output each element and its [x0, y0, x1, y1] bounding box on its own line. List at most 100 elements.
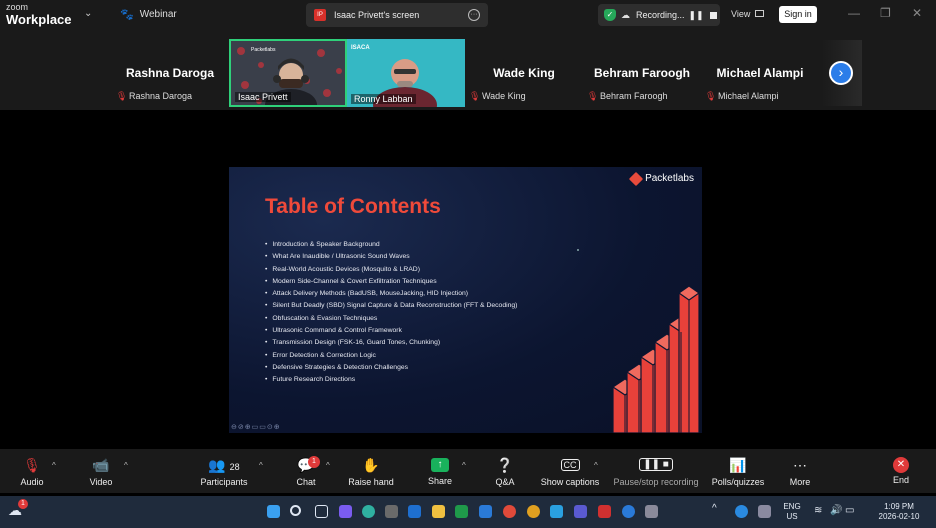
app-icon[interactable]	[645, 505, 658, 518]
more-icon: ⋯	[793, 457, 807, 473]
mic-muted-icon: 🎙	[705, 91, 717, 101]
grid-view-icon[interactable]	[755, 10, 764, 17]
toc-item: Real-World Acoustic Devices (Mosquito & …	[265, 264, 517, 276]
raise-hand-button[interactable]: ✋ Raise hand	[344, 449, 398, 493]
stop-recording-icon[interactable]	[709, 11, 717, 19]
slideshow-controls[interactable]: ⊖⊘⊕▭▭⊙⊕	[231, 423, 281, 431]
video-button[interactable]: 📹 Video	[82, 449, 120, 493]
raise-hand-icon: ✋	[362, 457, 380, 473]
pause-recording-icon[interactable]: ❚❚	[689, 10, 704, 21]
presenter-icon: IP	[314, 9, 326, 21]
next-page-arrow-icon[interactable]: ›	[829, 61, 853, 85]
app-icon[interactable]	[503, 505, 516, 518]
end-button[interactable]: ✕ End	[886, 449, 916, 493]
teams-icon[interactable]	[574, 505, 587, 518]
brand-line-1: zoom	[6, 2, 29, 12]
show-captions-button[interactable]: CC Show captions	[538, 449, 602, 493]
clock-time: 1:09 PM	[884, 502, 914, 511]
language-indicator[interactable]: ENG US	[780, 502, 804, 522]
onedrive-icon[interactable]	[735, 505, 748, 518]
view-menu[interactable]: View	[731, 9, 750, 19]
clock[interactable]: 1:09 PM 2026-02-10	[872, 502, 926, 522]
participants-options-caret-icon[interactable]: ^	[259, 461, 263, 470]
wifi-icon[interactable]: ≋	[814, 506, 822, 516]
participant-tag-rashna: 🎙 Rashna Daroga	[116, 91, 192, 101]
share-button[interactable]: ↑ Share	[424, 449, 456, 493]
search-icon[interactable]	[290, 505, 301, 516]
video-tile-label: Ronny Labban	[351, 94, 416, 104]
close-icon[interactable]: ✕	[912, 6, 922, 20]
mic-muted-icon: 🎙	[469, 91, 481, 101]
app-icon[interactable]	[550, 505, 563, 518]
task-view-icon[interactable]	[315, 505, 328, 518]
weather-badge: 1	[18, 499, 28, 509]
toc-item: What Are Inaudible / Ultrasonic Sound Wa…	[265, 251, 517, 263]
maximize-icon[interactable]: ❐	[880, 6, 891, 20]
participant-tag-michael: 🎙 Michael Alampi	[705, 91, 779, 101]
slide-cursor-dot	[577, 249, 579, 251]
video-tile-ronny[interactable]: ISACA Ronny Labban	[347, 39, 465, 107]
keyboard-layout: US	[786, 512, 798, 521]
end-call-icon: ✕	[893, 457, 909, 473]
video-off-icon: 📹	[92, 457, 110, 473]
start-menu-icon[interactable]	[267, 505, 280, 518]
polls-icon: 📊	[729, 457, 747, 473]
acrobat-icon[interactable]	[598, 505, 611, 518]
packetlabs-logo: Packetlabs	[629, 171, 694, 186]
toc-item: Silent But Deadly (SBD) Signal Capture &…	[265, 300, 517, 312]
video-label: Video	[89, 477, 113, 487]
windows-taskbar: ☁ 1 ^ ENG US ≋ 🔊 ▭ 1:09 PM 2026-02-10	[0, 496, 936, 528]
polls-quizzes-button[interactable]: 📊 Polls/quizzes	[708, 449, 768, 493]
file-explorer-icon[interactable]	[432, 505, 445, 518]
participant-name: Michael Alampi	[716, 66, 804, 80]
chrome-icon[interactable]	[527, 505, 540, 518]
shield-icon[interactable]: ✓	[604, 9, 616, 21]
outlook-icon[interactable]	[408, 505, 421, 518]
pause-stop-recording-button[interactable]: ❚❚ ■ Pause/stop recording	[610, 449, 702, 493]
word-icon[interactable]	[479, 505, 492, 518]
video-tile-isaac[interactable]: Packetlabs Isaac Privett	[229, 39, 347, 107]
captions-options-caret-icon[interactable]: ^	[594, 461, 598, 470]
screen-share-tab[interactable]: IP Isaac Privett's screen ···	[306, 3, 488, 27]
audio-options-caret-icon[interactable]: ^	[52, 461, 56, 470]
participant-tag-label: Rashna Daroga	[129, 91, 193, 101]
zoom-icon[interactable]	[622, 505, 635, 518]
participants-icon: 👥 28	[208, 457, 240, 473]
chat-options-caret-icon[interactable]: ^	[326, 461, 330, 470]
excel-icon[interactable]	[455, 505, 468, 518]
audio-button[interactable]: 🎙 Audio	[14, 449, 50, 493]
show-captions-label: Show captions	[540, 477, 600, 487]
minimize-icon[interactable]: —	[848, 6, 860, 20]
edge-browser-icon[interactable]	[362, 505, 375, 518]
packetlabs-logo-icon	[629, 171, 644, 186]
toc-item: Defensive Strategies & Detection Challen…	[265, 362, 517, 374]
copilot-icon[interactable]	[339, 505, 352, 518]
participants-button[interactable]: 👥 28 Participants	[196, 449, 252, 493]
more-button[interactable]: ⋯ More	[784, 449, 816, 493]
mic-muted-icon: 🎙	[587, 91, 599, 101]
chat-button[interactable]: 💬 Chat	[290, 449, 322, 493]
video-options-caret-icon[interactable]: ^	[124, 461, 128, 470]
qa-button[interactable]: ❔ Q&A	[490, 449, 520, 493]
share-screen-icon: ↑	[431, 458, 449, 472]
shared-screen-slide: Packetlabs Table of Contents Introductio…	[229, 167, 702, 433]
sign-in-button[interactable]: Sign in	[779, 6, 817, 23]
chat-label: Chat	[296, 477, 316, 487]
svg-text:Packetlabs: Packetlabs	[251, 47, 276, 53]
chevron-down-icon[interactable]: ⌄	[84, 8, 92, 19]
volume-icon[interactable]: 🔊	[830, 506, 842, 516]
battery-icon[interactable]: ▭	[845, 506, 854, 516]
webinar-menu[interactable]: 🐾 Webinar	[120, 8, 177, 21]
raise-hand-label: Raise hand	[348, 477, 394, 487]
share-options-caret-icon[interactable]: ^	[462, 461, 466, 470]
app-icon[interactable]	[385, 505, 398, 518]
show-hidden-icons-icon[interactable]: ^	[712, 504, 717, 514]
paw-icon: 🐾	[120, 9, 134, 21]
more-options-icon[interactable]: ···	[468, 9, 480, 21]
chat-unread-badge: 1	[308, 456, 320, 468]
clock-date: 2026-02-10	[878, 512, 920, 521]
recording-indicator: ✓ ☁ Recording... ❚❚	[598, 4, 720, 26]
toc-item: Modern Side-Channel & Covert Exfiltratio…	[265, 276, 517, 288]
toc-item: Attack Delivery Methods (BadUSB, MouseJa…	[265, 288, 517, 300]
app-tray-icon[interactable]	[758, 505, 771, 518]
